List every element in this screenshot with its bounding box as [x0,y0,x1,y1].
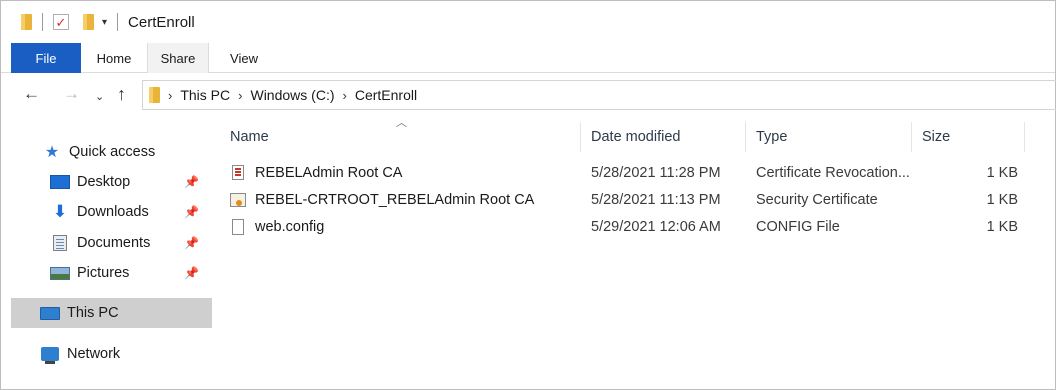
file-name: REBELAdmin Root CA [255,164,403,181]
column-header-type[interactable]: Type [756,122,906,152]
navigation-bar: ← → ⌄ ↑ › This PC › Windows (C:) › CertE… [1,74,1056,114]
up-arrow-icon[interactable]: ↑ [117,84,126,104]
network-icon [39,346,61,364]
title-bar: ✓ ▾ CertEnroll [1,1,1055,43]
file-name: web.config [255,218,325,235]
tab-share[interactable]: Share [147,43,209,73]
breadcrumb-chevron-icon[interactable]: › [343,88,347,103]
tab-file[interactable]: File [11,43,81,73]
column-header-date-modified[interactable]: Date modified [591,122,741,152]
forward-arrow-icon[interactable]: → [63,84,80,104]
navigation-pane: ★ Quick access Desktop 📌 ⬇ Downloads 📌 D… [1,114,212,390]
separator [42,13,43,31]
separator [117,13,119,31]
file-size: 1 KB [986,191,1018,208]
pin-icon[interactable]: 📌 [184,175,199,189]
sidebar-item-label: Quick access [69,144,156,160]
properties-check-icon[interactable]: ✓ [53,14,69,30]
column-divider[interactable] [911,122,912,152]
file-type: CONFIG File [756,218,840,235]
desktop-icon [49,174,71,190]
download-arrow-icon: ⬇ [52,202,68,221]
crl-file-icon [230,164,246,182]
config-file-icon [230,218,246,236]
window-title: CertEnroll [128,13,195,31]
file-row[interactable]: REBELAdmin Root CA 5/28/2021 11:28 PM Ce… [206,159,1056,186]
documents-icon [49,235,71,251]
sidebar-item-pictures[interactable]: Pictures 📌 [1,258,203,288]
file-type: Security Certificate [756,191,878,208]
folder-icon[interactable] [21,14,32,30]
pin-icon[interactable]: 📌 [184,236,199,250]
tab-view[interactable]: View [215,43,273,73]
breadcrumb-certenroll[interactable]: CertEnroll [355,87,417,103]
pictures-icon [49,265,71,281]
sidebar-item-network[interactable]: Network [1,339,203,369]
new-folder-icon[interactable] [83,14,94,30]
sidebar-item-quick-access[interactable]: ★ Quick access [1,137,203,167]
sidebar-item-label: Documents [77,235,151,251]
sidebar-item-label: Downloads [77,204,149,220]
file-name: REBEL-CRTROOT_REBELAdmin Root CA [255,191,535,208]
column-header-size[interactable]: Size [922,122,1022,152]
column-divider[interactable] [745,122,746,152]
sidebar-item-this-pc[interactable]: This PC [11,298,212,328]
star-icon: ★ [44,144,60,161]
file-type: Certificate Revocation... [756,164,910,181]
column-header-name[interactable]: Name [230,122,580,152]
certificate-file-icon [230,191,246,209]
sidebar-item-label: Network [67,346,121,362]
tab-home[interactable]: Home [85,43,143,73]
file-row[interactable]: REBEL-CRTROOT_REBELAdmin Root CA 5/28/20… [206,186,1056,213]
file-date-modified: 5/28/2021 11:13 PM [591,191,721,208]
file-date-modified: 5/28/2021 11:28 PM [591,164,721,181]
breadcrumb-chevron-icon[interactable]: › [238,88,242,103]
back-arrow-icon[interactable]: ← [23,84,40,104]
breadcrumb-chevron-icon[interactable]: › [168,88,172,103]
file-size: 1 KB [986,164,1018,181]
pin-icon[interactable]: 📌 [184,266,199,280]
file-date-modified: 5/29/2021 12:06 AM [591,218,721,235]
sidebar-item-label: This PC [67,305,119,321]
sidebar-item-documents[interactable]: Documents 📌 [1,228,203,258]
file-list: ︿ Name Date modified Type Size REBELAdmi… [206,114,1056,390]
ribbon: File Home Share View [1,43,1055,73]
sidebar-item-downloads[interactable]: ⬇ Downloads 📌 [1,197,203,227]
sidebar-item-label: Pictures [77,265,130,281]
column-divider[interactable] [1024,122,1025,152]
sidebar-item-label: Desktop [77,174,131,190]
sidebar-item-desktop[interactable]: Desktop 📌 [1,167,203,197]
folder-icon [149,87,160,103]
file-size: 1 KB [986,218,1018,235]
quick-access-toolbar-dropdown-icon[interactable]: ▾ [102,17,107,28]
file-row[interactable]: web.config 5/29/2021 12:06 AM CONFIG Fil… [206,213,1056,240]
breadcrumb-this-pc[interactable]: This PC [180,87,230,103]
explorer-window: ✓ ▾ CertEnroll File Home Share View ← → … [0,0,1056,390]
address-bar[interactable]: › This PC › Windows (C:) › CertEnroll [142,80,1056,110]
column-divider[interactable] [580,122,581,152]
pin-icon[interactable]: 📌 [184,205,199,219]
computer-icon [39,305,61,321]
breadcrumb-windows-c[interactable]: Windows (C:) [250,87,334,103]
recent-locations-chevron-icon[interactable]: ⌄ [95,87,104,107]
